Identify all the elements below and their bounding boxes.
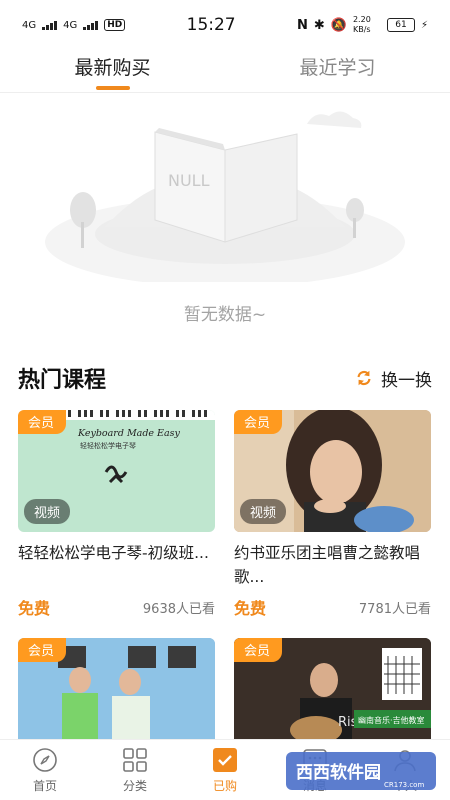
book-null-text: NULL xyxy=(168,171,210,190)
course-price: 免费 xyxy=(234,599,267,618)
network-speed: 2.20 KB/s xyxy=(352,15,371,34)
course-learners: 7781人已看 xyxy=(358,601,431,617)
thumb-title: Keyboard Made Easy xyxy=(77,428,181,439)
nav-label: 首页 xyxy=(32,778,57,793)
status-left: 4G 4G HD xyxy=(22,19,126,31)
signal-icon-2 xyxy=(83,20,99,30)
charging-icon: ⚡ xyxy=(420,19,428,31)
course-card[interactable]: Risen 幽南音乐·吉他教室 会员 xyxy=(234,638,431,748)
video-badge: 视频 xyxy=(24,499,71,524)
tab-bar: 最新购买 最近学习 xyxy=(0,50,450,93)
course-card[interactable]: 会员 视频 约书亚乐团主唱曹之懿教唱歌... 免费 7781人已看 xyxy=(234,410,431,619)
thumb-caption: 幽南音乐·吉他教室 xyxy=(358,715,425,725)
status-time: 15:27 xyxy=(186,15,236,35)
nav-purchased[interactable]: 已购 xyxy=(180,740,270,800)
tab-label: 最新购买 xyxy=(74,57,151,79)
signal-icon xyxy=(42,20,58,30)
course-card[interactable]: 会员 xyxy=(18,638,215,748)
vip-badge: 会员 xyxy=(18,410,67,434)
status-right: N ✱ 🔕 2.20 KB/s 61 ⚡ xyxy=(297,15,428,35)
mute-icon: 🔕 xyxy=(330,17,347,33)
section-title: 热门课程 xyxy=(18,368,107,393)
watermark-text: 西西软件园 xyxy=(296,762,381,783)
compass-icon xyxy=(33,747,57,772)
nav-category[interactable]: 分类 xyxy=(90,740,180,800)
network-label: 4G xyxy=(22,19,37,31)
watermark-logo: 西西软件园 CR173.com xyxy=(286,752,436,790)
course-footer: 免费 9638人已看 xyxy=(18,595,215,619)
tab-label: 最近学习 xyxy=(299,57,376,79)
course-thumbnail: 会员 视频 xyxy=(234,410,431,532)
tab-latest-purchase[interactable]: 最新购买 xyxy=(0,50,225,92)
grid-icon xyxy=(123,747,147,772)
refresh-button[interactable]: 换一换 xyxy=(355,366,432,391)
course-footer: 免费 7781人已看 xyxy=(234,595,431,619)
hot-courses-header: 热门课程 换一换 xyxy=(18,362,432,394)
cart-check-icon xyxy=(213,747,237,772)
vip-badge: 会员 xyxy=(234,638,283,662)
vip-badge: 会员 xyxy=(18,638,67,662)
vip-badge: 会员 xyxy=(234,410,283,434)
course-learners: 9638人已看 xyxy=(142,601,215,617)
nav-home[interactable]: 首页 xyxy=(0,740,90,800)
hd-voice-icon: HD xyxy=(104,19,126,31)
course-price: 免费 xyxy=(18,599,51,618)
network-label-2: 4G xyxy=(63,19,78,31)
refresh-icon xyxy=(357,370,371,386)
battery-icon: 61 xyxy=(386,18,415,32)
course-thumbnail: Keyboard Made Easy 轻轻松松学电子琴 会员 视频 xyxy=(18,410,215,532)
course-thumbnail: Risen 幽南音乐·吉他教室 会员 xyxy=(234,638,431,748)
refresh-label: 换一换 xyxy=(381,370,432,391)
nav-label: 已购 xyxy=(212,778,237,793)
status-bar: 4G 4G HD 15:27 N ✱ 🔕 2.20 KB/s 61 ⚡ xyxy=(0,0,450,50)
course-thumbnail: 会员 xyxy=(18,638,215,748)
course-title: 约书亚乐团主唱曹之懿教唱歌... xyxy=(234,544,421,586)
watermark-sub: CR173.com xyxy=(384,781,424,789)
bluetooth-icon: ✱ xyxy=(313,17,325,33)
nav-label: 分类 xyxy=(122,778,147,793)
tab-recent-study[interactable]: 最近学习 xyxy=(225,50,450,92)
empty-message: 暂无数据~ xyxy=(183,305,267,325)
empty-book-illustration: NULL xyxy=(45,111,405,282)
course-card[interactable]: Keyboard Made Easy 轻轻松松学电子琴 会员 视频 轻轻松松学电… xyxy=(18,410,215,619)
nfc-icon: N xyxy=(296,17,308,33)
empty-state: NULL 暂无数据~ xyxy=(0,92,450,342)
thumb-subtitle: 轻轻松松学电子琴 xyxy=(80,441,136,450)
tab-indicator xyxy=(95,86,130,90)
video-badge: 视频 xyxy=(240,499,287,524)
course-title: 轻轻松松学电子琴-初级班... xyxy=(18,544,209,562)
